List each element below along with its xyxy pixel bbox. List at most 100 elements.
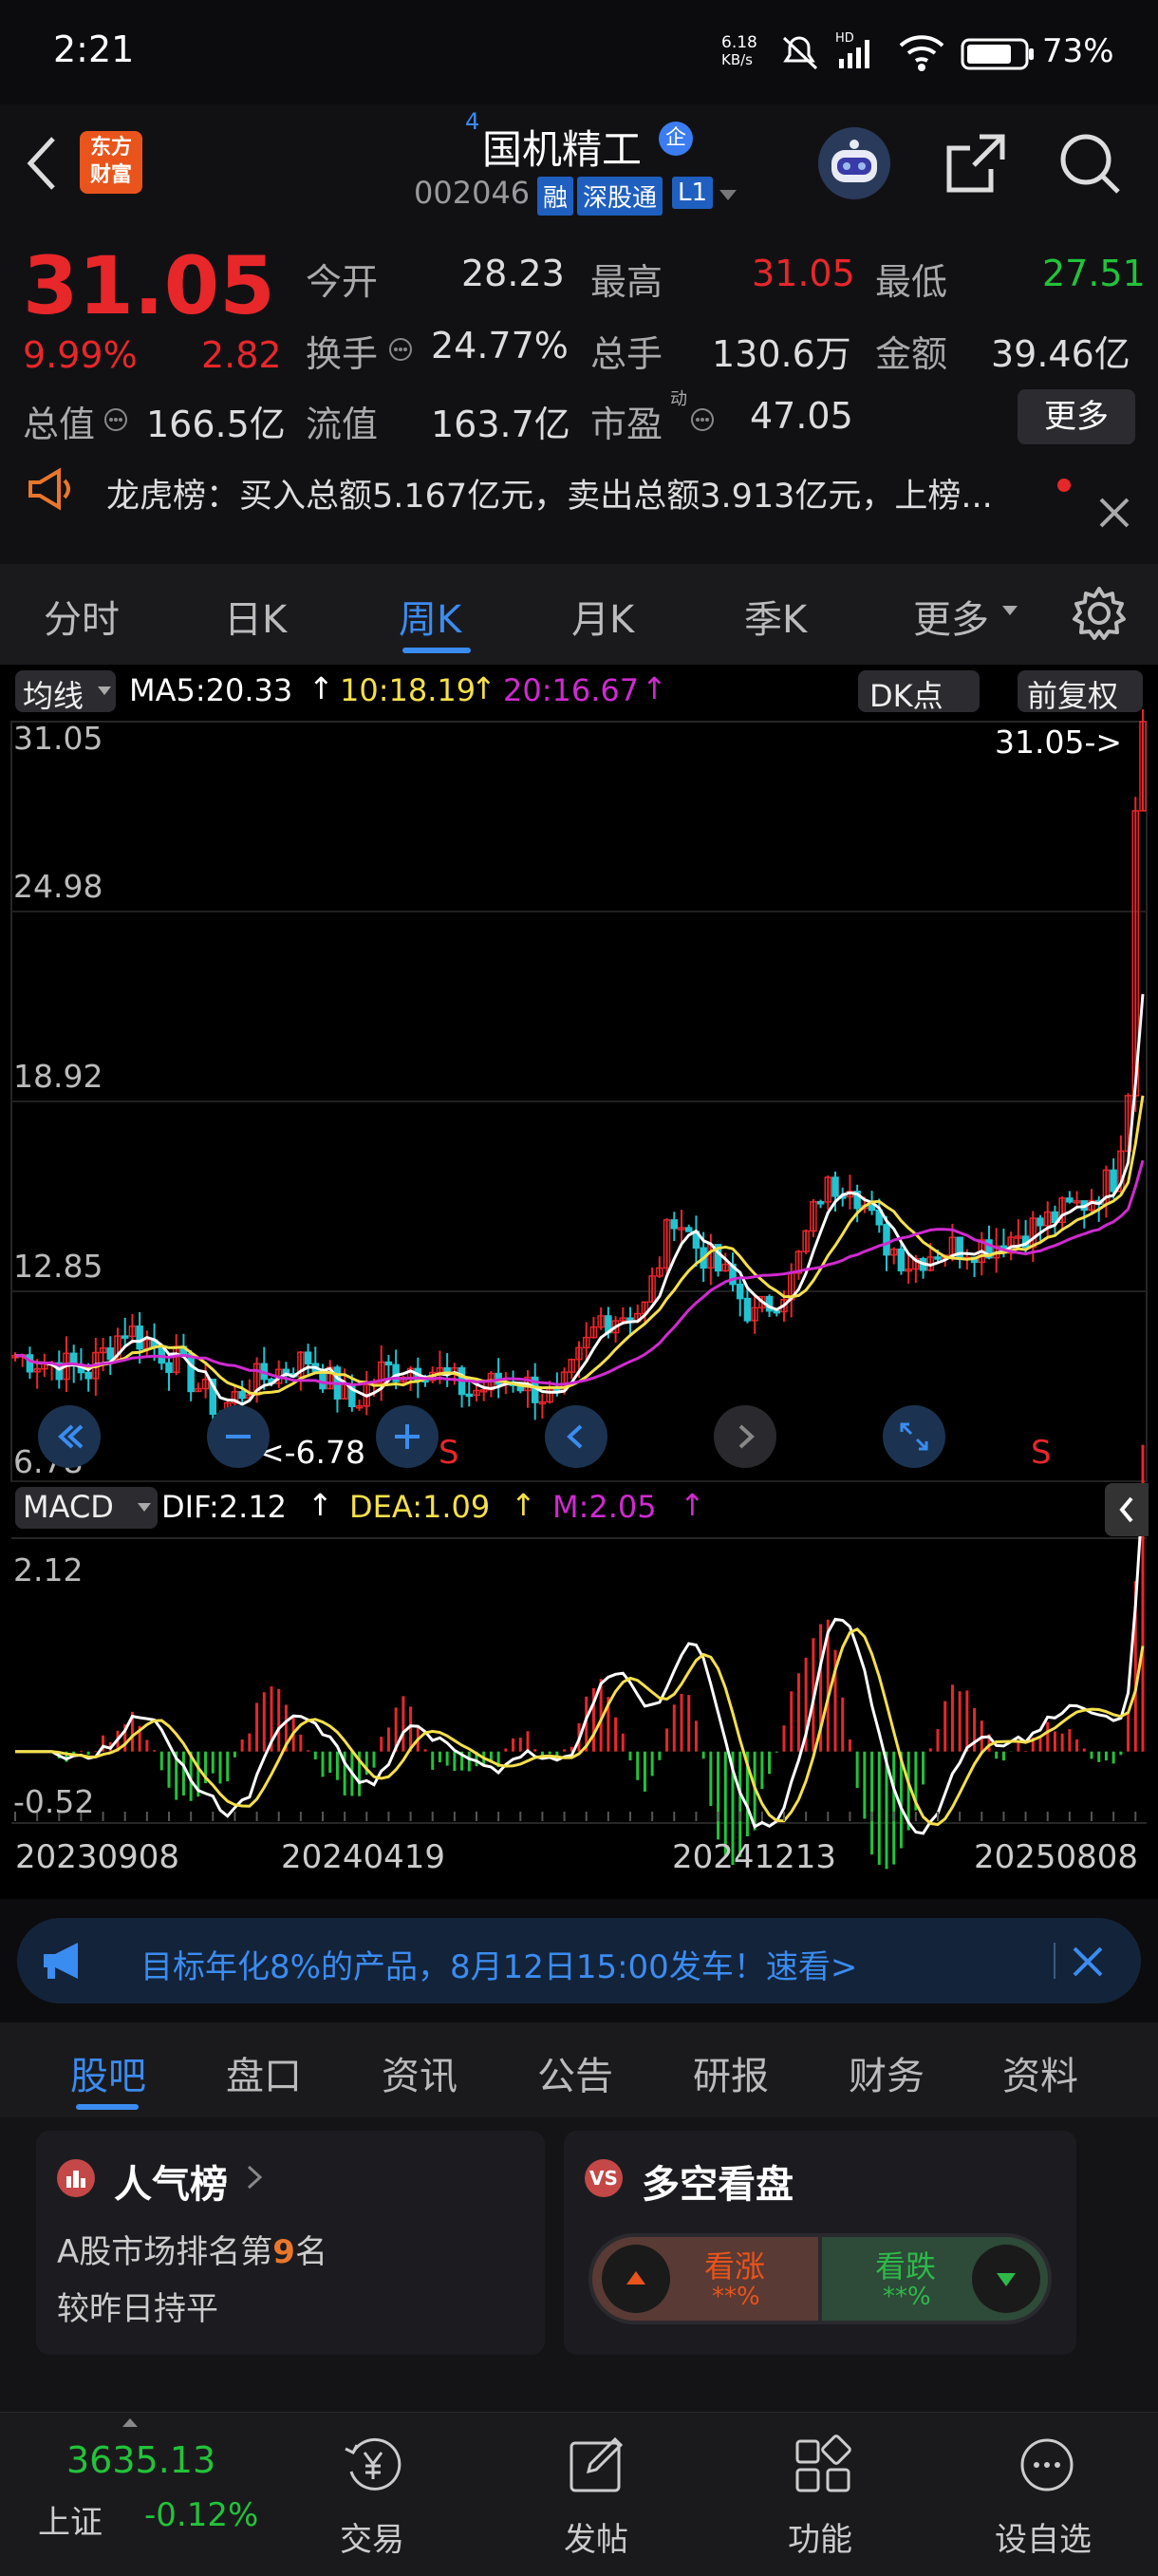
promo-text: 目标年化8%的产品，8月12日15:00发车！速看> xyxy=(140,1948,858,1986)
scroll-left-fast-button[interactable] xyxy=(38,1405,101,1468)
search-icon[interactable] xyxy=(1055,129,1124,197)
tab-forum[interactable]: 股吧 xyxy=(70,2045,146,2100)
candle-body xyxy=(1037,1217,1044,1227)
tab-finance[interactable]: 财务 xyxy=(849,2045,925,2100)
min-price-marker: <-6.78 xyxy=(258,1434,366,1471)
connect-tag: 深股通 xyxy=(577,177,663,216)
low-label: 最低 xyxy=(875,261,948,303)
more-button[interactable]: 更多 xyxy=(1018,389,1135,444)
candle-body xyxy=(238,1391,246,1400)
change-percent: 9.99% xyxy=(23,334,138,376)
tab-weekly[interactable]: 周K xyxy=(399,589,461,644)
candle-body xyxy=(736,1283,744,1300)
open-value: 28.23 xyxy=(461,253,565,294)
tab-more[interactable]: 更多 xyxy=(913,589,989,644)
level-tag: L1 xyxy=(672,177,714,209)
promo-banner[interactable]: 目标年化8%的产品，8月12日15:00发车！速看> xyxy=(17,1918,1141,2003)
turnover-label: 换手 xyxy=(306,333,379,375)
tab-intraday[interactable]: 分时 xyxy=(44,589,120,644)
notice-banner[interactable]: 龙虎榜：买入总额5.167亿元，卖出总额3.913亿元，上榜... xyxy=(0,460,1158,565)
stock-code: 002046 xyxy=(414,175,531,211)
content-tabs: 股吧 盘口 资讯 公告 研报 财务 资料 xyxy=(0,2022,1158,2117)
index-value: 3635.13 xyxy=(66,2439,216,2481)
battery-icon xyxy=(961,38,1034,70)
tab-announcement[interactable]: 公告 xyxy=(537,2045,613,2100)
tab-news[interactable]: 资讯 xyxy=(382,2045,458,2100)
scroll-right-button[interactable] xyxy=(714,1405,776,1468)
collapse-panel-button[interactable] xyxy=(1105,1483,1149,1536)
candle-body xyxy=(26,1354,34,1373)
open-label: 今开 xyxy=(306,261,379,303)
tab-monthly[interactable]: 月K xyxy=(571,589,634,644)
zoom-in-button[interactable] xyxy=(376,1405,439,1468)
y-label: 31.05 xyxy=(13,720,103,757)
bear-button[interactable]: 看跌 **% xyxy=(822,2237,1048,2321)
candle-body xyxy=(956,1236,963,1260)
megaphone-icon xyxy=(28,467,70,511)
candle-body xyxy=(187,1353,195,1393)
date-label: 20240419 xyxy=(281,1838,446,1876)
status-bar: 2:21 6.18 KB/s HD 73% xyxy=(0,0,1158,104)
nav-functions[interactable]: 功能 xyxy=(759,2422,883,2565)
settings-gear-icon[interactable] xyxy=(1069,583,1130,644)
candle-body xyxy=(670,1219,679,1230)
index-ticker[interactable]: 3635.13 上证 -0.12% xyxy=(0,2413,275,2576)
tab-daily[interactable]: 日K xyxy=(224,589,287,644)
vote-bar: 看涨 **% 看跌 **% xyxy=(588,2233,1052,2324)
active-tab-indicator xyxy=(76,2104,139,2110)
candle-body xyxy=(831,1176,839,1197)
date-label: 20241213 xyxy=(672,1838,837,1876)
nav-add-watchlist[interactable]: 设自选 xyxy=(983,2422,1126,2565)
back-icon[interactable] xyxy=(23,133,61,194)
nav-post[interactable]: 发帖 xyxy=(535,2422,659,2565)
chevron-down-icon[interactable] xyxy=(718,188,738,203)
float-value: 163.7亿 xyxy=(431,404,570,445)
last-price: 31.05 xyxy=(23,239,275,332)
fullscreen-icon[interactable] xyxy=(883,1405,945,1468)
wifi-icon xyxy=(899,35,944,71)
tab-research[interactable]: 研报 xyxy=(693,2045,769,2100)
candle-body xyxy=(868,1204,876,1212)
scroll-left-button[interactable] xyxy=(545,1405,607,1468)
candle-body xyxy=(816,1201,825,1205)
net-speed: 6.18 KB/s xyxy=(721,33,757,68)
candles-group xyxy=(11,709,1147,1429)
edit-icon xyxy=(570,2436,624,2492)
candle-body xyxy=(106,1347,115,1361)
mute-icon xyxy=(782,36,818,70)
macd-y-label: -0.52 xyxy=(13,1783,95,1820)
robot-assistant-icon[interactable] xyxy=(818,127,890,199)
tab-quarterly[interactable]: 季K xyxy=(744,589,807,644)
tab-orderbook[interactable]: 盘口 xyxy=(226,2045,302,2100)
bull-button[interactable]: 看涨 **% xyxy=(592,2237,818,2321)
nav-trade[interactable]: 交易 xyxy=(313,2422,437,2565)
candle-body xyxy=(319,1370,327,1390)
bottom-nav: 3635.13 上证 -0.12% 交易 发帖 功能 设自选 xyxy=(0,2412,1158,2576)
popularity-card[interactable]: 人气榜 A股市场排名第9名 较昨日持平 xyxy=(36,2131,545,2355)
title-superscript: 4 xyxy=(465,108,480,135)
info-icon[interactable] xyxy=(103,406,129,433)
candle-body xyxy=(304,1351,312,1364)
close-icon[interactable] xyxy=(1069,1943,1107,1981)
zoom-out-button[interactable] xyxy=(207,1405,270,1468)
margin-tag: 融 xyxy=(537,177,574,216)
share-icon[interactable] xyxy=(942,129,1010,197)
info-icon[interactable] xyxy=(689,406,716,433)
close-icon[interactable] xyxy=(1097,496,1131,530)
info-icon[interactable] xyxy=(387,336,414,363)
candle-body xyxy=(897,1248,906,1272)
active-tab-indicator xyxy=(402,648,471,653)
candle-body xyxy=(465,1393,474,1398)
high-value: 31.05 xyxy=(752,253,855,294)
y-label: 12.85 xyxy=(13,1248,103,1285)
tab-profile[interactable]: 资料 xyxy=(1002,2045,1078,2100)
macd-indicator-select[interactable]: MACD xyxy=(15,1487,158,1529)
signal-icon: HD xyxy=(835,31,869,68)
rank-change: 较昨日持平 xyxy=(57,2290,218,2328)
dif-value: DIF:2.12 xyxy=(161,1489,288,1525)
kline-svg xyxy=(10,709,1148,1870)
bull-bear-card: VS 多空看盘 看涨 **% 看跌 **% xyxy=(564,2131,1076,2355)
candle-body xyxy=(165,1362,173,1373)
dea-value: DEA:1.09 xyxy=(349,1489,491,1525)
change-amount: 2.82 xyxy=(201,334,282,376)
